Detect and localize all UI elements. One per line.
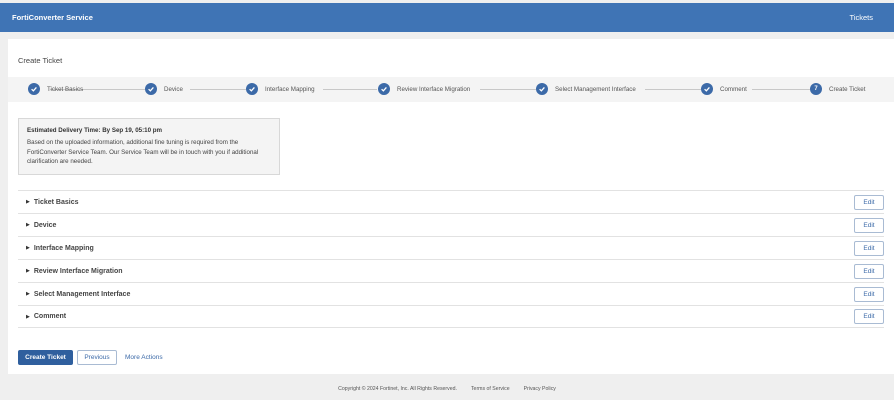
terms-of-service-link[interactable]: Terms of Service	[471, 386, 510, 392]
section-comment[interactable]: ▶ Comment Edit	[18, 305, 884, 328]
step-number-badge: 7	[810, 83, 822, 95]
form-actions: Create Ticket Previous More Actions	[18, 350, 163, 365]
step-select-management-interface: Select Management Interface	[536, 83, 636, 95]
caret-right-icon[interactable]: ▶	[26, 222, 30, 228]
check-icon	[701, 83, 713, 95]
step-device: Device	[145, 83, 183, 95]
info-line: FortiConverter Service Team. Our Service…	[27, 148, 259, 156]
step-label: Ticket Basics	[47, 85, 84, 93]
section-label[interactable]: Select Management Interface	[34, 291, 130, 298]
step-connector	[480, 89, 536, 90]
step-label: Device	[164, 85, 183, 93]
check-icon	[378, 83, 390, 95]
check-icon	[145, 83, 157, 95]
section-ticket-basics[interactable]: ▶ Ticket Basics Edit	[18, 190, 884, 213]
caret-right-icon[interactable]: ▶	[26, 245, 30, 251]
section-select-management-interface[interactable]: ▶ Select Management Interface Edit	[18, 282, 884, 305]
check-icon	[536, 83, 548, 95]
step-create-ticket: 7 Create Ticket	[810, 83, 865, 95]
edit-button[interactable]: Edit	[854, 217, 884, 233]
more-actions-link[interactable]: More Actions	[125, 354, 163, 361]
edit-button[interactable]: Edit	[854, 286, 884, 302]
caret-right-icon[interactable]: ▶	[26, 268, 30, 274]
edit-button[interactable]: Edit	[854, 309, 884, 324]
step-label: Create Ticket	[829, 85, 866, 93]
section-label[interactable]: Comment	[34, 313, 66, 320]
section-device[interactable]: ▶ Device Edit	[18, 213, 884, 236]
footer: Copyright © 2024 Fortinet, Inc. All Righ…	[0, 386, 894, 392]
caret-right-icon[interactable]: ▶	[26, 291, 30, 297]
info-line: clarification are needed.	[27, 158, 93, 165]
check-icon	[246, 83, 258, 95]
step-comment: Comment	[701, 83, 747, 95]
main-panel: Create Ticket Ticket Basics Device Inter…	[8, 39, 894, 374]
edit-button[interactable]: Edit	[854, 194, 884, 210]
section-interface-mapping[interactable]: ▶ Interface Mapping Edit	[18, 236, 884, 259]
page-title: Create Ticket	[18, 56, 63, 65]
step-connector	[645, 89, 701, 90]
step-ticket-basics: Ticket Basics	[28, 83, 83, 95]
section-label[interactable]: Review Interface Migration	[34, 268, 123, 275]
step-connector	[190, 89, 246, 90]
progress-stepper: Ticket Basics Device Interface Mapping R…	[8, 77, 894, 102]
create-ticket-button[interactable]: Create Ticket	[18, 350, 73, 365]
delivery-info-text: Based on the uploaded information, addit…	[27, 138, 271, 167]
step-label: Select Management Interface	[555, 85, 636, 93]
app-title[interactable]: FortiConverter Service	[12, 13, 93, 22]
section-review-interface-migration[interactable]: ▶ Review Interface Migration Edit	[18, 259, 884, 282]
step-connector	[752, 89, 810, 90]
step-label: Comment	[720, 85, 747, 93]
section-label[interactable]: Interface Mapping	[34, 245, 94, 252]
check-icon	[28, 83, 40, 95]
section-label[interactable]: Device	[34, 222, 57, 229]
caret-right-icon[interactable]: ▶	[26, 199, 30, 205]
summary-sections: ▶ Ticket Basics Edit ▶ Device Edit ▶ Interf…	[18, 190, 884, 328]
edit-button[interactable]: Edit	[854, 240, 884, 256]
section-label[interactable]: Ticket Basics	[34, 199, 79, 206]
delivery-time-title: Estimated Delivery Time: By Sep 19, 05:1…	[27, 127, 163, 134]
step-review-interface-migration: Review Interface Migration	[378, 83, 470, 95]
privacy-policy-link[interactable]: Privacy Policy	[524, 386, 556, 392]
previous-button[interactable]: Previous	[77, 350, 117, 365]
top-navigation-bar: FortiConverter Service Tickets	[0, 3, 894, 32]
step-interface-mapping: Interface Mapping	[246, 83, 315, 95]
info-line: Based on the uploaded information, addit…	[27, 139, 239, 146]
nav-tickets-link[interactable]: Tickets	[850, 13, 873, 22]
step-connector	[323, 89, 377, 90]
edit-button[interactable]: Edit	[854, 263, 884, 279]
step-label: Interface Mapping	[265, 85, 315, 93]
copyright-text: Copyright © 2024 Fortinet, Inc. All Righ…	[338, 386, 457, 392]
step-label: Review Interface Migration	[397, 85, 471, 93]
delivery-info-box: Estimated Delivery Time: By Sep 19, 05:1…	[18, 118, 280, 175]
caret-right-icon[interactable]: ▶	[26, 314, 30, 320]
